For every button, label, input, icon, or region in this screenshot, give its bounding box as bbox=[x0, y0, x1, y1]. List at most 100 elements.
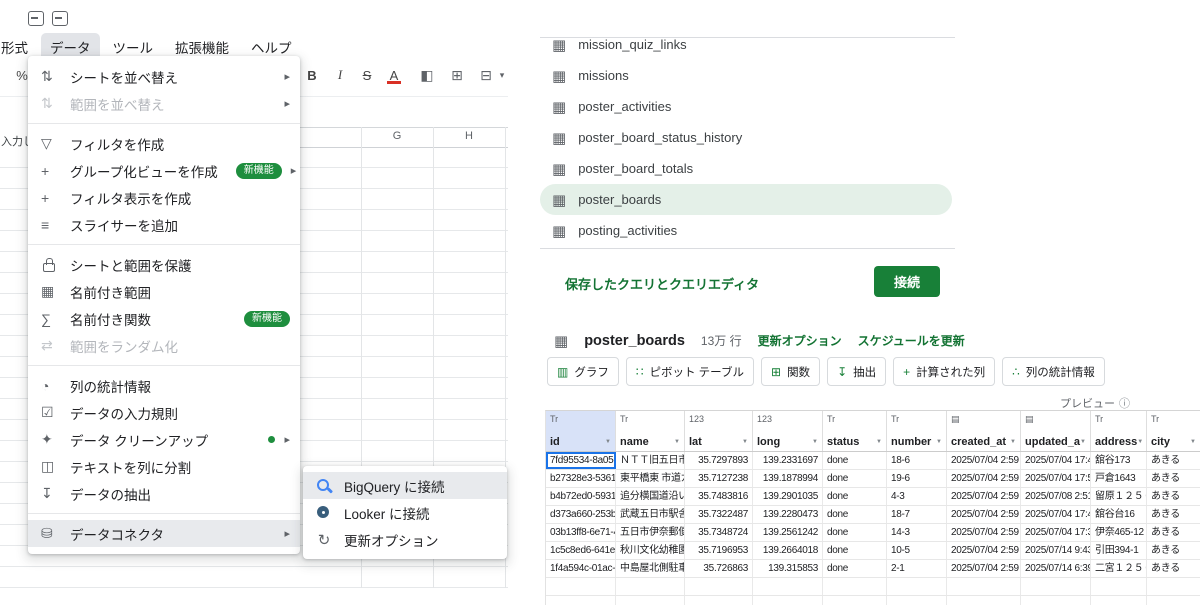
table-list-item[interactable]: ▦ poster_board_status_history bbox=[540, 122, 952, 153]
refresh-options-link[interactable]: 更新オプション bbox=[758, 332, 842, 349]
action-button[interactable]: ⊞ 関数 bbox=[761, 357, 821, 386]
menu-item-icon: ⛁ bbox=[41, 525, 53, 541]
connect-button[interactable]: 接続 bbox=[874, 266, 940, 297]
column-header[interactable]: ▤ updated_a ▼ bbox=[1021, 411, 1091, 451]
menu-item[interactable]: シートと範囲を保護 bbox=[28, 251, 300, 278]
table-list-item[interactable]: ▦ mission_quiz_links bbox=[540, 29, 952, 60]
column-header-g[interactable]: G bbox=[361, 130, 433, 142]
menu-item-icon: ≡ bbox=[41, 216, 50, 233]
submenu-item[interactable]: ↻ 更新オプション bbox=[303, 526, 507, 553]
menu-item-label: データの抽出 bbox=[70, 487, 151, 503]
cell-name: ＮＴＴ旧五日市 bbox=[616, 452, 685, 469]
menu-item-icon: ✦ bbox=[41, 431, 53, 447]
table-list-item[interactable]: ▦ poster_activities bbox=[540, 91, 952, 122]
table-list-item[interactable]: ▦ poster_boards bbox=[540, 184, 952, 215]
table-name: missions bbox=[578, 68, 629, 83]
submenu-item[interactable]: BigQuery に接続 bbox=[303, 472, 507, 499]
text-color-button[interactable]: A bbox=[382, 66, 406, 84]
menu-item[interactable]: ▽ フィルタを作成 bbox=[28, 130, 300, 157]
filter-icon[interactable]: ▼ bbox=[742, 439, 748, 445]
menu-item[interactable]: ⛁ データコネクタ ▸ bbox=[28, 520, 300, 547]
menu-item[interactable]: ☑ データの入力規則 bbox=[28, 399, 300, 426]
update-schedule-link[interactable]: スケジュールを更新 bbox=[858, 332, 965, 349]
cell-address: 戸倉1643 bbox=[1091, 470, 1147, 487]
action-button[interactable]: ↧ 抽出 bbox=[827, 357, 887, 386]
italic-button[interactable]: I bbox=[328, 66, 352, 84]
column-header-h[interactable]: H bbox=[433, 130, 505, 142]
menu-item-label: 範囲を並べ替え bbox=[70, 97, 165, 113]
column-header[interactable]: Tr address ▼ bbox=[1091, 411, 1147, 451]
menu-item[interactable]: ◫ テキストを列に分割 bbox=[28, 453, 300, 480]
insert-icon[interactable] bbox=[28, 11, 44, 26]
column-header[interactable]: Tr number ▼ bbox=[887, 411, 947, 451]
action-button[interactable]: + 計算された列 bbox=[893, 357, 996, 386]
submenu-arrow-icon: ▸ bbox=[284, 434, 290, 446]
cell-lat: 35.7297893 bbox=[685, 452, 753, 469]
fill-color-icon[interactable]: ◧ bbox=[415, 66, 439, 84]
filter-icon[interactable]: ▼ bbox=[1190, 439, 1196, 445]
borders-icon[interactable]: ⊞ bbox=[445, 66, 469, 84]
table-list-item[interactable]: ▦ missions bbox=[540, 60, 952, 91]
action-button[interactable]: ∴ 列の統計情報 bbox=[1002, 357, 1105, 386]
filter-icon[interactable]: ▼ bbox=[876, 439, 882, 445]
menu-item[interactable]: ⇅ 範囲を並べ替え ▸ bbox=[28, 90, 300, 117]
menu-item[interactable] bbox=[28, 123, 300, 124]
filter-icon[interactable]: ▼ bbox=[936, 439, 942, 445]
filter-icon[interactable]: ▼ bbox=[1010, 439, 1016, 445]
column-header[interactable]: ▤ created_at ▼ bbox=[947, 411, 1021, 451]
column-header[interactable]: Tr status ▼ bbox=[823, 411, 887, 451]
submenu-item[interactable]: Looker に接続 bbox=[303, 499, 507, 526]
cell-updated-at: 2025/07/14 9:43 bbox=[1021, 542, 1091, 559]
preview-table: Tr id ▼ Tr name ▼ 123 lat ▼ 123 long ▼ T… bbox=[545, 410, 1200, 605]
menu-item-label: データの入力規則 bbox=[70, 406, 178, 422]
table-list: ▦ mission_quiz_links ▦ missions ▦ poster… bbox=[540, 29, 952, 246]
menu-item[interactable]: ∑ 名前付き関数 新機能 bbox=[28, 305, 300, 332]
submenu-arrow-icon: ▸ bbox=[284, 98, 290, 110]
column-header[interactable]: Tr name ▼ bbox=[616, 411, 685, 451]
bold-button[interactable]: B bbox=[300, 66, 324, 84]
menu-item[interactable]: ◔ 列の統計情報 bbox=[28, 372, 300, 399]
info-icon[interactable]: ⓘ bbox=[1119, 395, 1130, 411]
menu-item[interactable]: ✦ データ クリーンアップ ▸ bbox=[28, 426, 300, 453]
strikethrough-button[interactable]: S bbox=[355, 66, 379, 84]
menu-item-icon: ▦ bbox=[41, 283, 55, 299]
insert-icon[interactable] bbox=[52, 11, 68, 26]
column-header[interactable]: 123 lat ▼ bbox=[685, 411, 753, 451]
filter-icon[interactable]: ▼ bbox=[1137, 439, 1143, 445]
menu-item[interactable] bbox=[28, 513, 300, 514]
column-header[interactable]: Tr city ▼ bbox=[1147, 411, 1200, 451]
menu-item[interactable]: ▦ 名前付き範囲 bbox=[28, 278, 300, 305]
action-button[interactable]: ▥ グラフ bbox=[547, 357, 619, 386]
submenu-arrow-icon: ▸ bbox=[284, 71, 290, 83]
menu-item[interactable]: ≡ スライサーを追加 bbox=[28, 211, 300, 238]
table-list-item[interactable]: ▦ posting_activities bbox=[540, 215, 952, 246]
menu-item-icon: ⇅ bbox=[41, 95, 53, 111]
filter-icon[interactable]: ▼ bbox=[812, 439, 818, 445]
column-header[interactable]: 123 long ▼ bbox=[753, 411, 823, 451]
cell-id: 1c5c8ed6-641e- bbox=[546, 542, 616, 559]
menu-item[interactable] bbox=[28, 244, 300, 245]
menu-item-icon: ↧ bbox=[41, 485, 53, 501]
table-list-item[interactable]: ▦ poster_board_totals bbox=[540, 153, 952, 184]
menu-item[interactable]: ↧ データの抽出 bbox=[28, 480, 300, 507]
cell-city: あきる bbox=[1147, 524, 1200, 541]
menu-item[interactable] bbox=[28, 365, 300, 366]
column-name: name bbox=[620, 436, 649, 448]
column-type-icon: 123 bbox=[757, 414, 773, 424]
saved-queries-link[interactable]: 保存したクエリとクエリエディタ bbox=[565, 274, 759, 293]
menu-item[interactable]: + グループ化ビューを作成 新機能 ▸ bbox=[28, 157, 300, 184]
filter-icon[interactable]: ▼ bbox=[605, 439, 611, 445]
menu-item[interactable]: ⇄ 範囲をランダム化 bbox=[28, 332, 300, 359]
status-dot-icon bbox=[268, 436, 276, 443]
column-header[interactable]: Tr id ▼ bbox=[546, 411, 616, 451]
cell-address bbox=[1091, 578, 1147, 595]
chevron-down-icon[interactable]: ▾ bbox=[497, 66, 507, 84]
action-button[interactable]: ∷ ピボット テーブル bbox=[625, 357, 754, 386]
table-grid-icon: ▦ bbox=[552, 222, 567, 240]
menu-item[interactable]: ⇅ シートを並べ替え ▸ bbox=[28, 63, 300, 90]
merge-cells-icon[interactable]: ⊟ bbox=[474, 66, 498, 84]
menu-item[interactable]: + フィルタ表示を作成 bbox=[28, 184, 300, 211]
menu-item-label: データコネクタ bbox=[70, 527, 164, 543]
filter-icon[interactable]: ▼ bbox=[1080, 439, 1086, 445]
filter-icon[interactable]: ▼ bbox=[674, 439, 680, 445]
